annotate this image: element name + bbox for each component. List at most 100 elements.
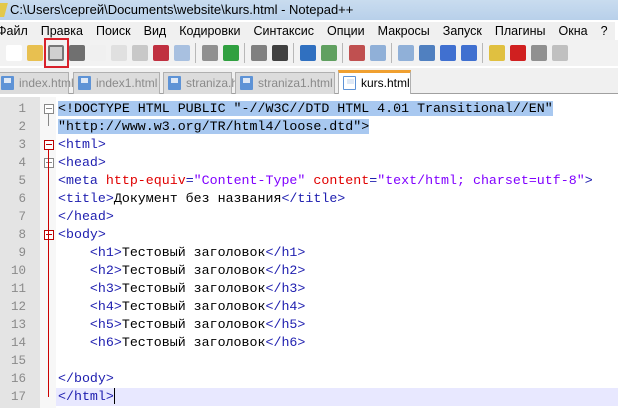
tab-label: index1.html [96, 76, 158, 90]
line-number: 14 [10, 336, 26, 350]
code-text: <h1>Тестовый заголовок</h1> [58, 244, 305, 262]
toolbar-separator [293, 43, 294, 63]
menu-item-0[interactable]: Файл [0, 22, 28, 40]
line-number: 10 [10, 264, 26, 278]
stop-record-button[interactable] [530, 45, 547, 61]
close-all-button[interactable] [110, 45, 127, 61]
tab-index1-html[interactable]: index1.html [73, 72, 160, 94]
tab-label: kurs.html [361, 76, 410, 90]
undo-button[interactable] [222, 45, 239, 61]
sync-vertical-button[interactable] [369, 45, 386, 61]
line-number: 7 [18, 210, 26, 224]
token-doc: "http://www.w3.org/TR/html4/loose.dtd"> [58, 119, 370, 134]
menu-item-2[interactable]: Поиск [96, 22, 131, 40]
window-title: C:\Users\сергей\Documents\website\kurs.h… [10, 2, 354, 17]
file-saved-icon [343, 76, 356, 90]
code-editor[interactable]: 1 <!DOCTYPE HTML PUBLIC "-//W3C//DTD HTML… [0, 97, 618, 408]
menu-item-10[interactable]: Окна [559, 22, 588, 40]
indent-guide-button[interactable] [460, 45, 477, 61]
code-line: 10 <h2>Тестовый заголовок</h2> [0, 262, 618, 280]
token-tag: </head> [58, 209, 114, 224]
line-number: 5 [18, 174, 26, 188]
menu-item-5[interactable]: Синтаксис [253, 22, 314, 40]
cut-button[interactable] [152, 45, 169, 61]
token-tag: <h3> [89, 281, 122, 296]
tab-straniza1-html[interactable]: straniza1.html [235, 72, 335, 94]
play-macro-button[interactable] [551, 45, 568, 61]
new-file-button[interactable] [5, 45, 22, 61]
line-number: 17 [10, 390, 26, 404]
paste-button[interactable] [201, 45, 218, 61]
code-text: <h5>Тестовый заголовок</h5> [58, 316, 305, 334]
save-button-highlight [44, 38, 69, 68]
fold-toggle-icon[interactable] [44, 158, 54, 168]
token-tag: </h5> [265, 317, 306, 332]
menu-item-6[interactable]: Опции [327, 22, 365, 40]
menu-item-8[interactable]: Запуск [443, 22, 482, 40]
menu-item-7[interactable]: Макросы [378, 22, 430, 40]
token-tag: > [584, 173, 593, 188]
close-button[interactable] [89, 45, 106, 61]
code-line: 6 <title>Документ без названия</title> [0, 190, 618, 208]
line-number: 8 [18, 228, 26, 242]
token-tag: </body> [58, 371, 114, 386]
line-number: 4 [18, 156, 26, 170]
tab-index-html[interactable]: index.html [0, 72, 74, 94]
user-language-button[interactable] [488, 45, 505, 61]
code-text: <!DOCTYPE HTML PUBLIC "-//W3C//DTD HTML … [58, 100, 553, 118]
sync-horizontal-button[interactable] [397, 45, 414, 61]
token-tag: = [185, 173, 194, 188]
zoom-in-button[interactable] [320, 45, 337, 61]
text-caret [113, 388, 115, 405]
file-saved-icon [78, 76, 91, 90]
code-line: 13 <h5>Тестовый заголовок</h5> [0, 316, 618, 334]
save-all-button[interactable] [68, 45, 85, 61]
print-button[interactable] [131, 45, 148, 61]
open-file-button[interactable] [26, 45, 43, 61]
copy-button[interactable] [173, 45, 190, 61]
menu-item-9[interactable]: Плагины [495, 22, 546, 40]
line-number: 9 [18, 246, 26, 260]
fold-toggle-icon[interactable] [44, 140, 54, 150]
toolbar-separator [391, 43, 392, 63]
token-tag: </h3> [265, 281, 306, 296]
token-tag: </h4> [265, 299, 306, 314]
token-txt: Тестовый заголовок [121, 245, 266, 260]
token-tag: <h5> [89, 317, 122, 332]
show-all-chars-button[interactable] [439, 45, 456, 61]
line-number: 12 [10, 300, 26, 314]
line-number: 2 [18, 120, 26, 134]
tab-kurs-html[interactable]: kurs.html [338, 70, 411, 94]
find-button[interactable] [271, 45, 288, 61]
fold-toggle-icon[interactable] [44, 104, 54, 114]
code-line: 8 <body> [0, 226, 618, 244]
fold-toggle-icon[interactable] [44, 230, 54, 240]
code-text: <h4>Тестовый заголовок</h4> [58, 298, 305, 316]
menu-item-3[interactable]: Вид [144, 22, 167, 40]
token-txt: Тестовый заголовок [121, 335, 266, 350]
tab-straniza-html[interactable]: straniza.html [163, 72, 254, 94]
token-tag: </h1> [265, 245, 306, 260]
replace-button[interactable] [299, 45, 316, 61]
code-line: 5 <meta http-equiv="Content-Type" content… [0, 172, 618, 190]
token-tag: <h1> [89, 245, 122, 260]
token-txt: Тестовый заголовок [121, 263, 266, 278]
menu-item-4[interactable]: Кодировки [179, 22, 240, 40]
redo-button[interactable] [250, 45, 267, 61]
zoom-out-button[interactable] [348, 45, 365, 61]
line-number: 6 [18, 192, 26, 206]
record-macro-button[interactable] [509, 45, 526, 61]
line-number: 16 [10, 372, 26, 386]
code-text: </html> [58, 388, 115, 406]
line-number: 15 [10, 354, 26, 368]
tab-bar: index.html index1.html straniza.html strani… [0, 68, 618, 94]
word-wrap-button[interactable] [418, 45, 435, 61]
line-number: 13 [10, 318, 26, 332]
menu-bar: Файл Правка Поиск Вид Кодировки Синтаксис Опци… [0, 22, 615, 40]
code-line: 4 <head> [0, 154, 618, 172]
menu-item-11[interactable]: ? [601, 22, 608, 40]
token-tag: <title> [58, 191, 114, 206]
